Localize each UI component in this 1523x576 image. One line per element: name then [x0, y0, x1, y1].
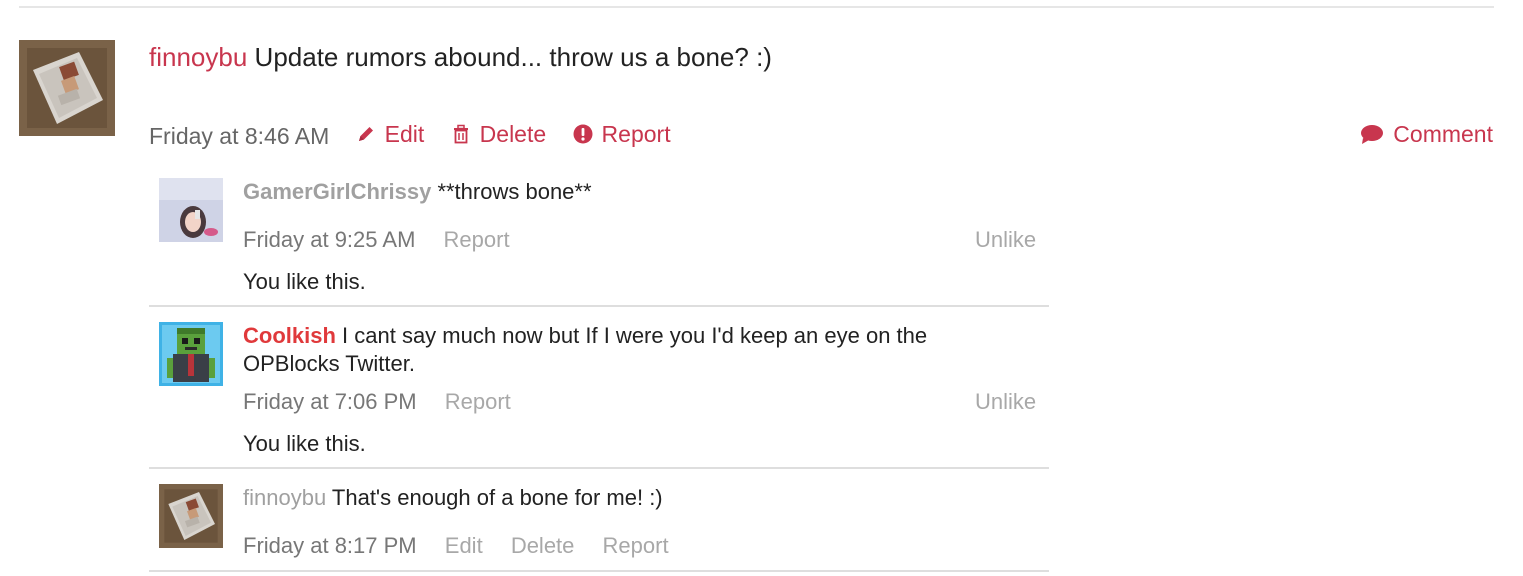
comment-author-link[interactable]: GamerGirlChrissy	[243, 179, 431, 204]
comment-meta: Friday at 8:17 PM Edit Delete Report	[243, 532, 669, 560]
minecraft-avatar-image	[19, 40, 115, 136]
top-divider	[19, 6, 1494, 8]
comment-timestamp[interactable]: Friday at 7:06 PM	[243, 389, 417, 414]
alert-circle-icon	[573, 124, 593, 144]
post-timestamp[interactable]: Friday at 8:46 AM	[149, 123, 329, 149]
post-meta: Friday at 8:46 AM Edit Delete Report	[149, 118, 671, 152]
comment-likes-summary: You like this.	[243, 269, 366, 294]
comment-likes-summary: You like this.	[243, 431, 366, 456]
post-delete-button[interactable]: Delete	[451, 118, 546, 150]
post-report-button[interactable]: Report	[573, 118, 671, 150]
comment-report-link[interactable]: Report	[445, 389, 511, 414]
comment-author-avatar[interactable]	[159, 484, 223, 548]
pencil-icon	[358, 127, 373, 141]
comment-meta: Friday at 7:06 PM Report	[243, 388, 511, 416]
comment-author-avatar[interactable]	[159, 322, 223, 386]
post-comment-button[interactable]: Comment	[1360, 118, 1493, 150]
comment-divider	[149, 467, 1049, 469]
comment-edit-link[interactable]: Edit	[445, 533, 483, 558]
trash-icon	[453, 124, 468, 144]
zombie-avatar-image	[159, 322, 223, 386]
comment-author-avatar[interactable]	[159, 178, 223, 242]
comment-author-link[interactable]: Coolkish	[243, 323, 336, 348]
comment-unlike-link[interactable]: Unlike	[975, 226, 1036, 254]
comment-message: Coolkish I cant say much now but If I we…	[243, 323, 928, 376]
comment-meta: Friday at 9:25 AM Report	[243, 226, 510, 254]
comment-timestamp[interactable]: Friday at 8:17 PM	[243, 533, 417, 558]
comment-delete-link[interactable]: Delete	[511, 533, 575, 558]
post-message: finnoybu Update rumors abound... throw u…	[149, 40, 772, 74]
post-author-avatar[interactable]	[19, 40, 115, 136]
minecraft-avatar-image	[159, 484, 223, 548]
comment-divider	[149, 570, 1049, 572]
comment-author-link[interactable]: finnoybu	[243, 485, 326, 510]
comment-report-link[interactable]: Report	[444, 227, 510, 252]
post-author-link[interactable]: finnoybu	[149, 42, 247, 72]
post-message-text: Update rumors abound... throw us a bone?…	[254, 42, 772, 72]
comment-report-link[interactable]: Report	[603, 533, 669, 558]
speech-bubble-icon	[1361, 125, 1384, 144]
comment-timestamp[interactable]: Friday at 9:25 AM	[243, 227, 415, 252]
comment-message: finnoybu That's enough of a bone for me!…	[243, 485, 663, 510]
post-edit-button[interactable]: Edit	[356, 118, 424, 150]
comment-divider	[149, 305, 1049, 307]
comment-unlike-link[interactable]: Unlike	[975, 388, 1036, 416]
girl-avatar-image	[159, 178, 223, 242]
comment-message: GamerGirlChrissy **throws bone**	[243, 179, 592, 204]
